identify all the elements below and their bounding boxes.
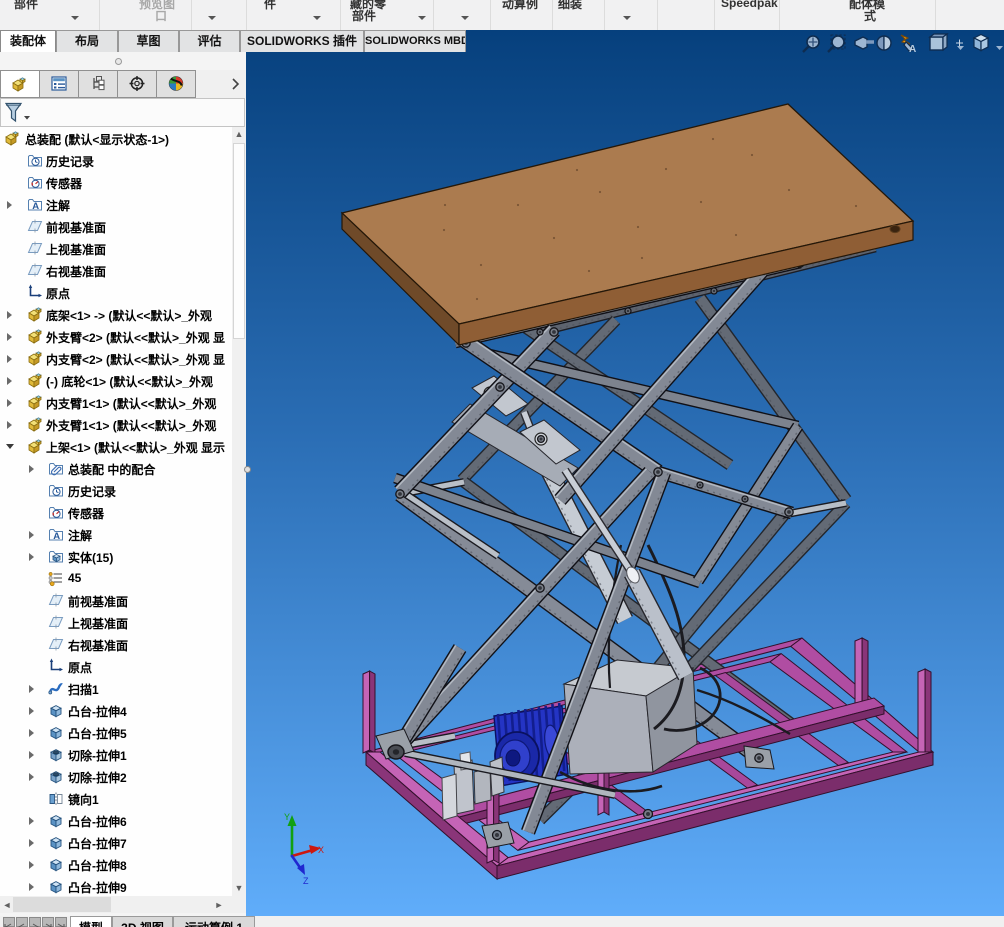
svg-text:X: X xyxy=(318,845,324,855)
svg-text:A: A xyxy=(909,44,916,55)
svg-text:Z: Z xyxy=(303,876,309,886)
svg-text:Y: Y xyxy=(284,812,290,822)
